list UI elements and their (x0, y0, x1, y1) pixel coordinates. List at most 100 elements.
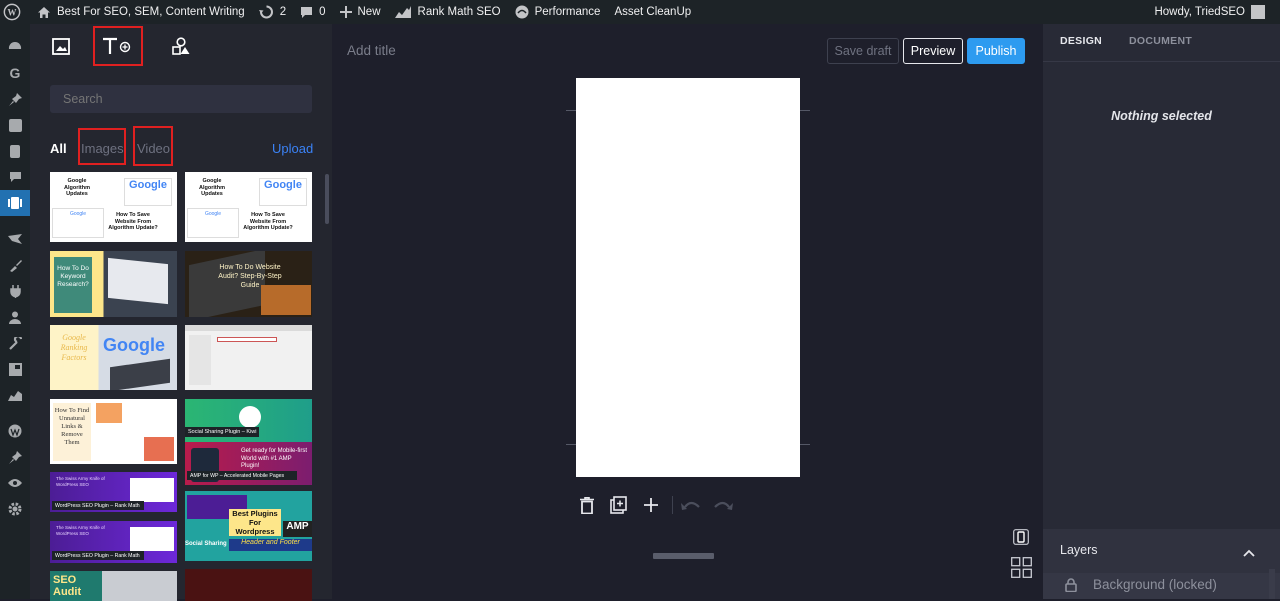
site-name-link[interactable]: Best For SEO, SEM, Content Writing (30, 0, 252, 24)
tab-design[interactable]: DESIGN (1060, 35, 1102, 47)
pin-icon-2[interactable] (0, 444, 30, 470)
add-page-button[interactable] (640, 494, 662, 516)
wp-admin-menu: G (0, 24, 30, 599)
users-icon[interactable] (0, 304, 30, 330)
duplicate-icon (610, 496, 627, 514)
media-item-google-ranking-factors[interactable]: Google Ranking Factors Google (50, 325, 177, 390)
new-content-link[interactable]: New (333, 0, 388, 24)
rank-math-label: Rank Math SEO (417, 6, 501, 18)
layers-scrollbar[interactable] (1269, 569, 1275, 599)
comments-menu-icon[interactable] (0, 164, 30, 190)
performance-link[interactable]: Performance (508, 0, 608, 24)
mobile-preview-icon[interactable] (1013, 529, 1029, 545)
media-item-google-algorithm[interactable]: Google Algorithm Updates Google Google H… (50, 172, 177, 242)
admin-bar: W Best For SEO, SEM, Content Writing 2 0… (0, 0, 1280, 24)
web-stories-icon[interactable] (0, 190, 30, 216)
undo-button[interactable] (680, 494, 702, 516)
google-icon[interactable]: G (0, 60, 30, 86)
upload-link[interactable]: Upload (272, 141, 313, 156)
preview-button[interactable]: Preview (903, 38, 963, 64)
delete-page-button[interactable] (576, 494, 598, 516)
inspector-panel: DESIGN DOCUMENT Nothing selected Layers … (1043, 24, 1280, 599)
rank-math-link[interactable]: Rank Math SEO (388, 0, 508, 24)
gear-icon[interactable] (0, 496, 30, 522)
publish-button[interactable]: Publish (967, 38, 1025, 64)
toolbar-divider (672, 496, 673, 514)
duplicate-page-button[interactable] (608, 494, 630, 516)
analytics-icon[interactable] (0, 382, 30, 408)
image-icon (52, 37, 70, 55)
performance-label: Performance (534, 6, 601, 18)
library-panel: All Images Video Upload Google Algorithm… (30, 24, 332, 601)
plugins-icon[interactable] (0, 278, 30, 304)
performance-icon (515, 5, 529, 19)
settings-grid-icon[interactable] (0, 356, 30, 382)
grid-view-icon[interactable] (1011, 557, 1032, 578)
tools-icon[interactable] (0, 330, 30, 356)
layers-title[interactable]: Layers (1060, 543, 1098, 557)
media-item-keyword-research[interactable]: How To Do Keyword Research? (50, 251, 177, 317)
media-item-rank-math-2[interactable]: The Swiss Army Knife of WordPress SEO Wo… (50, 521, 177, 563)
media-icon[interactable] (0, 112, 30, 138)
filter-all[interactable]: All (50, 141, 67, 156)
media-item-website-audit[interactable]: How To Do Website Audit? Step-By-Step Gu… (185, 251, 312, 317)
updates-count: 2 (279, 6, 287, 18)
story-page[interactable] (576, 78, 800, 477)
google-mini-logo: Google (52, 208, 104, 238)
feedback-icon[interactable] (0, 226, 30, 252)
filter-images-highlight (78, 128, 126, 165)
howdy-label: Howdy, TriedSEO (1154, 6, 1245, 18)
comments-link[interactable]: 0 (293, 0, 332, 24)
layer-background-row[interactable]: Background (locked) (1043, 573, 1280, 599)
media-tab[interactable] (47, 32, 75, 60)
media-item-screenshot[interactable] (185, 325, 312, 390)
site-name-label: Best For SEO, SEM, Content Writing (57, 6, 245, 18)
media-item-amp[interactable]: Get ready for Mobile-first World with #1… (185, 442, 312, 485)
pages-icon[interactable] (0, 138, 30, 164)
save-draft-button[interactable]: Save draft (827, 38, 899, 64)
title-input[interactable]: Add title (347, 43, 396, 58)
svg-text:W: W (8, 8, 17, 18)
redo-icon (714, 501, 733, 510)
new-label: New (357, 6, 381, 18)
updates-icon (258, 5, 273, 19)
chevron-up-icon[interactable] (1243, 544, 1255, 562)
editor-canvas-area: Add title Save draft Preview Publish (332, 24, 1043, 599)
media-item-unnatural-links[interactable]: How To Find Unnatural Links & Remove The… (50, 399, 177, 464)
text-tab-highlight (93, 26, 143, 66)
my-account-link[interactable]: Howdy, TriedSEO (1147, 0, 1272, 24)
tab-document[interactable]: DOCUMENT (1129, 35, 1192, 47)
appearance-icon[interactable] (0, 252, 30, 278)
asset-cleanup-link[interactable]: Asset CleanUp (607, 0, 698, 24)
asset-cleanup-label: Asset CleanUp (614, 6, 692, 18)
plus-icon (339, 6, 352, 18)
search-input[interactable] (50, 85, 312, 113)
eye-icon[interactable] (0, 470, 30, 496)
updates-link[interactable]: 2 (252, 0, 293, 24)
google-logo: Google (259, 178, 307, 206)
library-scrollbar[interactable] (325, 174, 329, 224)
lock-icon (1065, 578, 1077, 597)
filter-video-highlight (133, 126, 173, 166)
google-mini-logo: Google (187, 208, 239, 238)
shapes-tab[interactable] (167, 32, 195, 60)
google-logo: Google (124, 178, 172, 206)
carousel-handle[interactable] (653, 553, 714, 559)
media-item-seo-audit[interactable]: SEO Audit (50, 571, 177, 601)
trash-icon (580, 496, 594, 514)
dashboard-icon[interactable] (0, 34, 30, 60)
redo-button[interactable] (712, 494, 734, 516)
rank-math-icon (394, 6, 411, 18)
shapes-icon (172, 37, 190, 55)
media-item-dark-red[interactable] (185, 569, 312, 601)
media-item-best-plugins[interactable]: Best Plugins For Wordpress AMP Social Sh… (185, 491, 312, 561)
home-icon (38, 6, 50, 18)
pin-icon[interactable] (0, 86, 30, 112)
layers-panel: Layers Background (locked) (1043, 529, 1280, 599)
media-item-rank-math[interactable]: The Swiss Army Knife of WordPress SEO Wo… (50, 472, 177, 512)
media-item-kiwi[interactable]: Social Sharing Plugin – Kiwi (185, 399, 312, 442)
avatar (1251, 5, 1265, 19)
wordpress-circle-icon[interactable] (0, 418, 30, 444)
media-item-google-algorithm-2[interactable]: Google Algorithm Updates Google Google H… (185, 172, 312, 242)
wordpress-logo-icon[interactable]: W (0, 0, 30, 24)
